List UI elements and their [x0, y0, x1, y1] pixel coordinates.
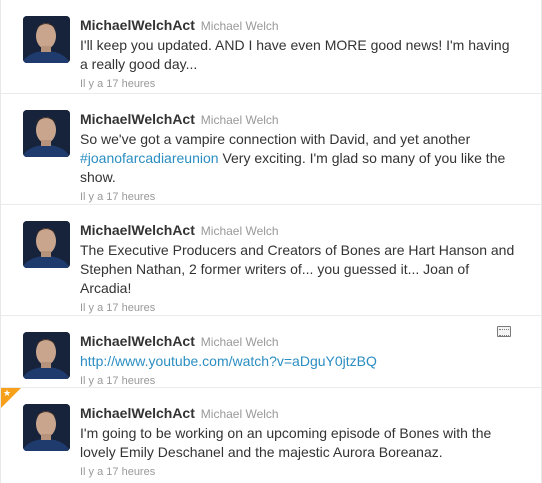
- screen-name[interactable]: MichaelWelchAct: [80, 17, 195, 33]
- tweet-item[interactable]: ★ MichaelWelchAct Michael Welch I'm goin…: [1, 388, 541, 483]
- star-icon: ★: [3, 388, 12, 398]
- full-name: Michael Welch: [200, 335, 279, 349]
- screen-name[interactable]: MichaelWelchAct: [80, 405, 195, 421]
- full-name: Michael Welch: [200, 224, 279, 238]
- avatar-image: [23, 332, 70, 379]
- full-name: Michael Welch: [200, 407, 279, 421]
- url-link[interactable]: http://www.youtube.com/watch?v=aDguY0jtz…: [80, 353, 377, 369]
- tweet-content: MichaelWelchAct Michael Welch http://www…: [80, 332, 520, 388]
- tweet-text: So we've got a vampire connection with D…: [80, 130, 520, 187]
- tweet-item[interactable]: MichaelWelchAct Michael Welch http://www…: [1, 316, 541, 388]
- tweet-text-part: So we've got a vampire connection with D…: [80, 131, 471, 147]
- avatar[interactable]: [23, 221, 70, 268]
- tweet-item[interactable]: MichaelWelchAct Michael Welch I'll keep …: [1, 0, 541, 94]
- tweet-text: The Executive Producers and Creators of …: [80, 242, 515, 296]
- tweet-item[interactable]: MichaelWelchAct Michael Welch So we've g…: [1, 94, 541, 205]
- avatar[interactable]: [23, 404, 70, 451]
- tweet-header: MichaelWelchAct Michael Welch: [80, 404, 520, 423]
- tweet-content: MichaelWelchAct Michael Welch So we've g…: [80, 110, 520, 204]
- timestamp-link[interactable]: Il y a 17 heures: [80, 77, 520, 91]
- tweet-item[interactable]: MichaelWelchAct Michael Welch The Execut…: [1, 205, 541, 316]
- tweet-content: MichaelWelchAct Michael Welch I'll keep …: [80, 16, 520, 91]
- full-name: Michael Welch: [200, 113, 279, 127]
- avatar-image: [23, 221, 70, 268]
- tweet-timeline: MichaelWelchAct Michael Welch I'll keep …: [0, 0, 542, 483]
- avatar[interactable]: [23, 110, 70, 157]
- avatar-image: [23, 404, 70, 451]
- hashtag-link[interactable]: #joanofarcadiareunion: [80, 150, 219, 166]
- media-card-icon[interactable]: [497, 326, 511, 337]
- timestamp-link[interactable]: Il y a 17 heures: [80, 374, 520, 388]
- avatar[interactable]: [23, 332, 70, 379]
- avatar-image: [23, 110, 70, 157]
- timestamp-link[interactable]: Il y a 17 heures: [80, 190, 520, 204]
- tweet-text: I'm going to be working on an upcoming e…: [80, 425, 492, 460]
- tweet-header: MichaelWelchAct Michael Welch: [80, 110, 520, 129]
- tweet-text: I'll keep you updated. AND I have even M…: [80, 37, 510, 72]
- full-name: Michael Welch: [200, 19, 279, 33]
- tweet-content: MichaelWelchAct Michael Welch I'm going …: [80, 404, 520, 479]
- avatar[interactable]: [23, 16, 70, 63]
- tweet-content: MichaelWelchAct Michael Welch The Execut…: [80, 221, 520, 315]
- tweet-header: MichaelWelchAct Michael Welch: [80, 332, 520, 351]
- screen-name[interactable]: MichaelWelchAct: [80, 222, 195, 238]
- timestamp-link[interactable]: Il y a 17 heures: [80, 301, 520, 315]
- timestamp-link[interactable]: Il y a 17 heures: [80, 465, 520, 479]
- avatar-image: [23, 16, 70, 63]
- screen-name[interactable]: MichaelWelchAct: [80, 333, 195, 349]
- tweet-header: MichaelWelchAct Michael Welch: [80, 16, 520, 35]
- tweet-header: MichaelWelchAct Michael Welch: [80, 221, 520, 240]
- screen-name[interactable]: MichaelWelchAct: [80, 111, 195, 127]
- tweet-text: http://www.youtube.com/watch?v=aDguY0jtz…: [80, 352, 520, 371]
